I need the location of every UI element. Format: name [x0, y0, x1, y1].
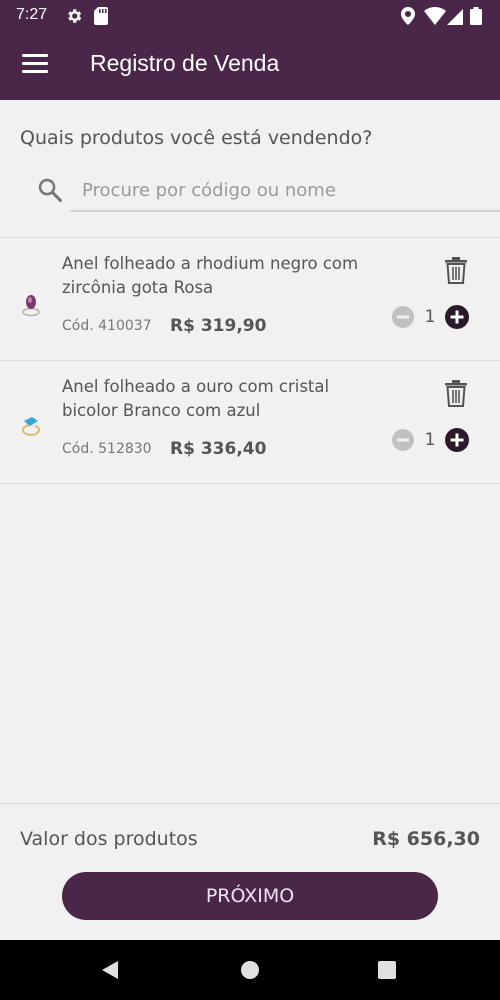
- increase-quantity-button[interactable]: [445, 428, 469, 452]
- search-input[interactable]: [70, 170, 500, 212]
- next-button[interactable]: PRÓXIMO: [62, 872, 438, 920]
- signal-icon: [447, 9, 463, 25]
- search-question: Quais produtos você está vendendo?: [20, 127, 373, 149]
- product-name: Anel folheado a ouro com cristal bicolor…: [62, 377, 330, 420]
- home-icon[interactable]: [240, 960, 260, 980]
- increase-quantity-button[interactable]: [445, 305, 469, 329]
- back-icon[interactable]: [100, 960, 120, 980]
- quantity-value: 1: [424, 430, 436, 450]
- decrease-quantity-button[interactable]: [392, 429, 414, 451]
- product-price: R$ 336,40: [170, 439, 267, 459]
- quantity-value: 1: [424, 307, 436, 327]
- status-time: 7:27: [16, 6, 48, 23]
- sd-card-icon: [94, 7, 108, 25]
- trash-icon[interactable]: [443, 379, 469, 407]
- product-name: Anel folheado a rhodium negro com zircôn…: [62, 254, 359, 297]
- recents-icon[interactable]: [378, 961, 396, 979]
- product-row: Anel folheado a rhodium negro com zircôn…: [0, 238, 500, 361]
- total-label: Valor dos produtos: [20, 828, 198, 850]
- product-price: R$ 319,90: [170, 316, 267, 336]
- page-title: Registro de Venda: [90, 50, 280, 76]
- search-icon: [38, 178, 63, 203]
- location-icon: [401, 7, 415, 25]
- menu-icon[interactable]: [22, 54, 48, 74]
- product-row: Anel folheado a ouro com cristal bicolor…: [0, 361, 500, 484]
- wifi-icon: [424, 7, 446, 25]
- decrease-quantity-button[interactable]: [392, 306, 414, 328]
- product-thumbnail-ring-blue: [22, 417, 40, 436]
- navigation-bar: [0, 940, 500, 1000]
- trash-icon[interactable]: [443, 256, 469, 284]
- product-code: Cód. 512830: [62, 441, 152, 457]
- total-value: R$ 656,30: [372, 828, 480, 850]
- battery-icon: [470, 7, 482, 25]
- footer-divider: [0, 803, 500, 804]
- settings-icon: [68, 9, 82, 23]
- product-code: Cód. 410037: [62, 318, 152, 334]
- status-bar: 7:27: [0, 0, 500, 32]
- app-bar: Registro de Venda: [0, 32, 500, 100]
- product-thumbnail-ring-pink: [22, 295, 40, 317]
